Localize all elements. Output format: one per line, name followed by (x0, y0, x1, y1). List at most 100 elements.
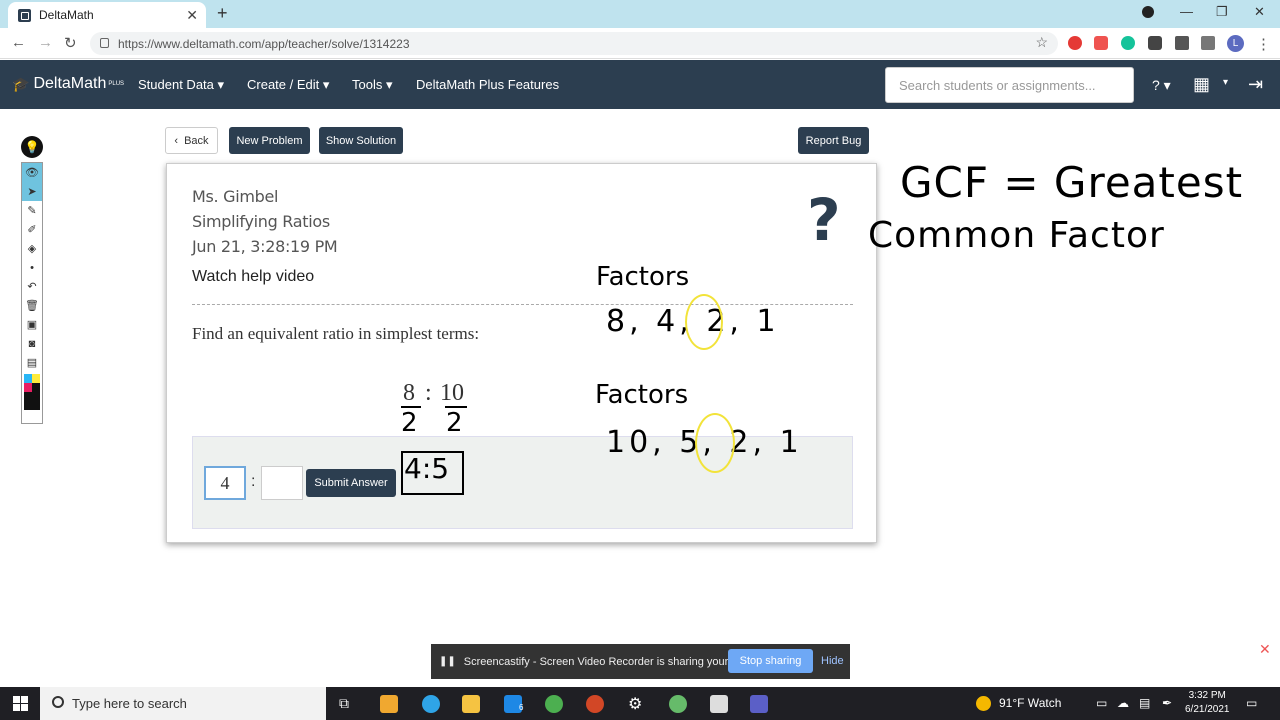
clock-time: 3:32 PM (1188, 690, 1226, 701)
show-solution-button[interactable]: Show Solution (319, 127, 403, 154)
tab-search-icon[interactable] (1142, 6, 1154, 18)
color-palette[interactable] (22, 372, 42, 412)
help-dropdown[interactable]: ? ▾ (1152, 77, 1171, 94)
pointer-icon[interactable]: ➤ (22, 182, 42, 201)
extension-capture-icon[interactable] (1148, 36, 1162, 50)
logout-icon[interactable]: ⇥ (1248, 74, 1263, 95)
address-bar[interactable]: https://www.deltamath.com/app/teacher/so… (90, 32, 1058, 55)
tray-device-icon[interactable]: ▭ (1096, 696, 1107, 710)
answer-separator: : (251, 473, 256, 490)
lightbulb-icon[interactable]: 💡 (21, 136, 43, 158)
browser-tab[interactable]: DeltaMath ✕ (8, 2, 206, 28)
divisor-right: 2 (446, 408, 463, 438)
ratio-separator: : (425, 380, 432, 406)
edge-icon[interactable] (422, 695, 440, 713)
stop-sharing-button[interactable]: Stop sharing (728, 649, 813, 673)
lock-icon (100, 38, 109, 48)
taskbar-search-placeholder: Type here to search (72, 696, 187, 711)
deltamath-logo[interactable]: 🎓 DeltaMath PLUS (12, 75, 124, 93)
calculator-dropdown-icon[interactable]: ▾ (1223, 77, 1228, 88)
gcf-note-line1: GCF = Greatest (900, 158, 1244, 207)
answer-right-input[interactable] (261, 466, 303, 500)
answer-left-value: 4 (220, 473, 230, 493)
hide-share-bar-link[interactable]: Hide (821, 655, 844, 667)
windows-start-icon[interactable] (13, 696, 28, 711)
notifications-icon[interactable]: ▭ (1246, 696, 1257, 710)
logo-text: DeltaMath (33, 75, 107, 92)
mail-badge: 6 (519, 703, 524, 712)
extensions-puzzle-icon[interactable] (1175, 36, 1189, 50)
divisor-left: 2 (401, 408, 418, 438)
browser-toolbar: ← → ↻ https://www.deltamath.com/app/teac… (0, 28, 1280, 59)
extension-screencastify-icon[interactable] (1094, 36, 1108, 50)
url-text: https://www.deltamath.com/app/teacher/so… (118, 36, 410, 51)
chevron-left-icon: ‹ (174, 134, 179, 147)
onedrive-icon[interactable]: ☁ (1117, 696, 1129, 710)
window-close-icon[interactable]: ✕ (1254, 4, 1265, 20)
taskbar-clock[interactable]: 3:32 PM 6/21/2021 (1185, 689, 1230, 717)
result-ratio: 4:5 (404, 452, 450, 485)
search-students-input[interactable]: Search students or assignments... (885, 67, 1134, 103)
tab-title: DeltaMath (39, 8, 94, 22)
pause-icon: ❚❚ (439, 656, 456, 667)
trash-icon[interactable]: 🗑 (22, 296, 42, 315)
new-problem-button[interactable]: New Problem (229, 127, 310, 154)
extension-grammarly-icon[interactable] (1121, 36, 1135, 50)
back-button[interactable]: ‹ Back (165, 127, 218, 154)
app-icon[interactable] (710, 695, 728, 713)
pen-icon[interactable]: ✎ (22, 201, 42, 220)
submit-answer-button[interactable]: Submit Answer (306, 469, 396, 497)
search-icon (52, 696, 64, 708)
network-icon[interactable]: ▤ (1139, 696, 1150, 710)
file-explorer-icon[interactable] (462, 695, 480, 713)
eraser-icon[interactable]: ◈ (22, 239, 42, 258)
clipboard-icon[interactable]: ▤ (22, 353, 42, 372)
forward-arrow-icon[interactable]: → (38, 34, 53, 51)
back-arrow-icon[interactable]: ← (11, 34, 26, 51)
calculator-icon[interactable]: ▦ (1193, 74, 1210, 95)
browser-menu-icon[interactable]: ⋮ (1256, 35, 1271, 53)
taskbar-search-input[interactable]: Type here to search (40, 687, 326, 720)
factors-label-10: Factors (595, 380, 689, 410)
store-icon[interactable] (380, 695, 398, 713)
bookmark-star-icon[interactable]: ☆ (1035, 34, 1048, 51)
task-view-icon[interactable]: ⧉ (339, 695, 349, 712)
eye-icon[interactable]: 👁 (22, 163, 42, 182)
extension-opera-icon[interactable] (1068, 36, 1082, 50)
reading-list-icon[interactable] (1201, 36, 1215, 50)
teams-icon[interactable] (750, 695, 768, 713)
menu-plus-features[interactable]: DeltaMath Plus Features (416, 77, 559, 92)
weather-text[interactable]: 91°F Watch (999, 696, 1061, 710)
screenshot-icon[interactable]: ▣ (22, 315, 42, 334)
camera-icon[interactable]: ◙ (22, 334, 42, 353)
minimize-icon[interactable]: — (1180, 4, 1193, 19)
tab-close-icon[interactable]: ✕ (186, 7, 198, 24)
maximize-icon[interactable]: ❐ (1216, 4, 1228, 20)
browser-tab-strip: DeltaMath ✕ + — ❐ ✕ (0, 0, 1280, 28)
close-annotation-icon[interactable]: ✕ (1259, 641, 1271, 658)
problem-prompt: Find an equivalent ratio in simplest ter… (192, 324, 480, 343)
undo-icon[interactable]: ↶ (22, 277, 42, 296)
chrome-icon[interactable] (545, 695, 563, 713)
report-bug-button[interactable]: Report Bug (798, 127, 869, 154)
weather-sun-icon[interactable] (976, 696, 991, 711)
help-question-icon[interactable]: ? (807, 186, 841, 254)
highlighter-icon[interactable]: ✐ (22, 220, 42, 239)
dot-size-icon[interactable]: • (22, 258, 42, 277)
settings-gear-icon[interactable]: ⚙ (628, 694, 642, 714)
pen-tray-icon[interactable]: ✒ (1162, 696, 1172, 710)
back-label: Back (184, 134, 209, 147)
reload-icon[interactable]: ↻ (64, 34, 77, 52)
new-tab-icon[interactable]: + (217, 3, 228, 24)
menu-tools[interactable]: Tools ▾ (352, 77, 393, 93)
gcf-highlight-circle-2 (695, 413, 735, 473)
menu-student-data[interactable]: Student Data ▾ (138, 77, 224, 93)
watch-help-video-link[interactable]: Watch help video (192, 268, 314, 286)
menu-create-edit[interactable]: Create / Edit ▾ (247, 77, 329, 93)
gcf-note-line2: Common Factor (868, 215, 1165, 256)
answer-left-input[interactable]: 4 (204, 466, 246, 500)
powerpoint-icon[interactable] (586, 695, 604, 713)
profile-avatar[interactable]: L (1227, 35, 1244, 52)
ratio-right-value: 10 (440, 380, 464, 406)
chrome-profile-icon[interactable] (669, 695, 687, 713)
